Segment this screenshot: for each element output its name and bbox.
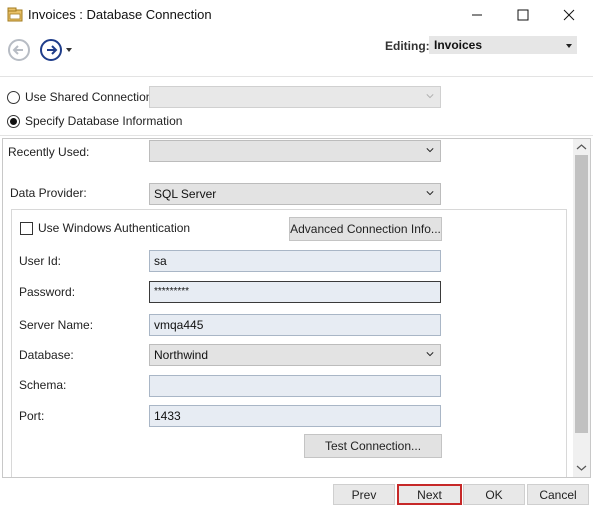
use-shared-connection-radio[interactable] — [7, 91, 20, 104]
user-id-field[interactable]: sa — [149, 250, 441, 272]
dialog-button-bar: Prev Next OK Cancel — [0, 478, 593, 507]
database-value: Northwind — [154, 348, 209, 362]
windows-authentication-label: Use Windows Authentication — [38, 221, 191, 235]
user-id-label: User Id: — [19, 254, 62, 268]
scroll-down-icon[interactable] — [573, 461, 590, 475]
forward-arrow-icon — [47, 45, 58, 55]
chevron-down-icon — [426, 148, 434, 153]
ok-button[interactable]: OK — [463, 484, 525, 505]
password-field[interactable]: ********* — [149, 281, 441, 303]
close-button[interactable] — [546, 0, 592, 30]
port-field[interactable]: 1433 — [149, 405, 441, 427]
scrollbar-thumb[interactable] — [575, 155, 588, 433]
caret-down-icon — [566, 44, 572, 48]
recently-used-select[interactable] — [149, 140, 441, 162]
cancel-button[interactable]: Cancel — [527, 484, 589, 505]
title-bar: Invoices : Database Connection — [0, 0, 593, 30]
schema-field[interactable] — [149, 375, 441, 397]
test-connection-button[interactable]: Test Connection... — [304, 434, 442, 458]
specify-database-label: Specify Database Information — [25, 114, 183, 128]
forward-button[interactable] — [40, 39, 62, 61]
prev-button[interactable]: Prev — [333, 484, 395, 505]
schema-label: Schema: — [19, 378, 67, 392]
server-name-field[interactable]: vmqa445 — [149, 314, 441, 336]
minimize-button[interactable] — [454, 0, 500, 30]
editing-label: Editing: — [385, 39, 430, 53]
shared-connection-select[interactable] — [149, 86, 441, 108]
password-label: Password: — [19, 285, 76, 299]
maximize-button[interactable] — [500, 0, 546, 30]
editing-select-value: Invoices — [434, 38, 483, 52]
port-label: Port: — [19, 409, 45, 423]
next-button[interactable]: Next — [397, 484, 462, 505]
close-icon — [563, 9, 575, 21]
chevron-down-icon — [426, 352, 434, 357]
editing-select[interactable]: Invoices — [429, 36, 577, 54]
chevron-down-icon — [426, 94, 434, 99]
data-provider-label: Data Provider: — [10, 186, 87, 200]
specify-database-radio[interactable] — [7, 115, 20, 128]
advanced-connection-info-button[interactable]: Advanced Connection Info... — [289, 217, 442, 241]
vertical-scrollbar[interactable] — [573, 139, 590, 477]
data-provider-select[interactable]: SQL Server — [149, 183, 441, 205]
recently-used-label: Recently Used: — [8, 145, 90, 159]
database-label: Database: — [19, 348, 74, 362]
maximize-icon — [517, 9, 529, 21]
back-arrow-icon — [12, 45, 23, 55]
minimize-icon — [472, 14, 482, 16]
database-select[interactable]: Northwind — [149, 344, 441, 366]
data-provider-value: SQL Server — [154, 187, 217, 201]
scroll-up-icon[interactable] — [573, 140, 590, 154]
chevron-down-icon — [426, 191, 434, 196]
server-name-label: Server Name: — [19, 318, 94, 332]
forward-dropdown-caret[interactable] — [66, 48, 72, 52]
windows-authentication-checkbox[interactable] — [20, 222, 33, 235]
use-shared-connection-label: Use Shared Connection — [25, 90, 153, 104]
database-icon — [7, 7, 23, 22]
back-button[interactable] — [8, 39, 30, 61]
window-title: Invoices : Database Connection — [28, 7, 212, 22]
